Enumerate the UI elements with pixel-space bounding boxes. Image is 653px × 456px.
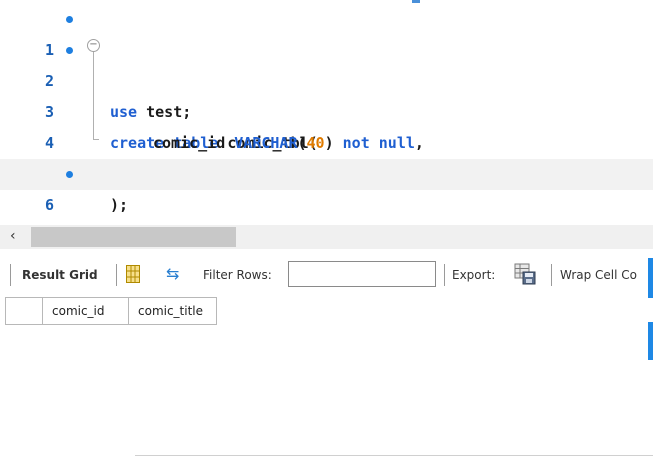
toolbar-separator (444, 264, 445, 286)
refresh-icon[interactable]: ⇆ (166, 266, 179, 282)
fold-guide (93, 51, 94, 140)
result-grid-tab[interactable]: Result Grid (22, 268, 98, 282)
toolbar-separator (10, 264, 11, 286)
code-line[interactable]: 3 comic_id VARCHAR(40) not null, (0, 66, 653, 152)
sql-text: ); (110, 196, 129, 214)
line-number: 6 (44, 196, 54, 214)
code-line[interactable]: 5 ); (0, 128, 653, 214)
statement-dot-icon (66, 171, 73, 178)
side-panel-tab[interactable] (648, 322, 653, 360)
fold-guide-end (93, 139, 99, 140)
scroll-thumb[interactable] (31, 227, 236, 247)
wrap-cell-content-label[interactable]: Wrap Cell Co (560, 268, 637, 282)
code-text: ); (110, 190, 128, 221)
result-toolbar: Result Grid ⇆ Filter Rows: Export: Wrap … (0, 257, 653, 293)
column-header-comic-title[interactable]: comic_title (128, 297, 217, 325)
statement-dot-icon (66, 47, 73, 54)
toolbar-separator (116, 264, 117, 286)
code-line-current[interactable]: 6 select * from comic_tbl; (0, 159, 653, 276)
code-line[interactable]: 2 create table comic_tbl( (0, 35, 653, 152)
side-panel-tab[interactable] (648, 258, 653, 298)
form-grid-icon[interactable] (126, 265, 140, 283)
toolbar-separator (551, 264, 552, 286)
code-line[interactable]: 1 use test; (0, 4, 653, 121)
export-icon[interactable] (514, 263, 536, 285)
editor-top-indicator (412, 0, 420, 3)
filter-rows-label: Filter Rows: (203, 268, 272, 282)
row-header-corner[interactable] (5, 297, 43, 325)
code-line[interactable]: 4 comic_title VARCHAR(100) not null (0, 97, 653, 183)
statement-dot-icon (66, 16, 73, 23)
horizontal-scrollbar[interactable]: ‹ (0, 225, 653, 249)
column-header-comic-id[interactable]: comic_id (42, 297, 129, 325)
filter-rows-input[interactable] (288, 261, 436, 287)
export-label: Export: (452, 268, 496, 282)
sql-editor[interactable]: 1 use test; 2 create table comic_tbl( 3 … (0, 0, 653, 276)
collapse-minus-icon[interactable]: − (87, 39, 100, 52)
scroll-left-arrow-icon[interactable]: ‹ (10, 228, 16, 244)
